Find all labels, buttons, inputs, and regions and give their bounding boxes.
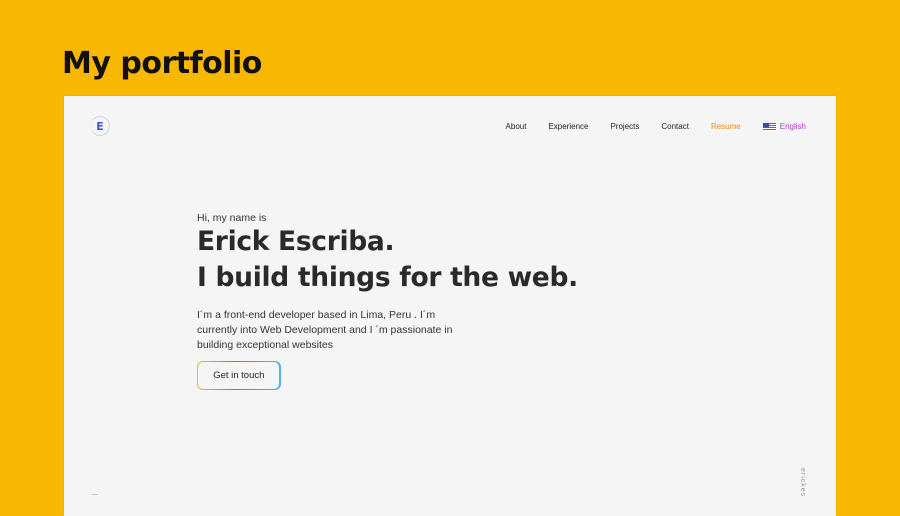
nav-projects[interactable]: Projects: [610, 122, 639, 131]
logo-letter: E: [96, 119, 104, 133]
main-nav: About Experience Projects Contact Resume…: [506, 122, 806, 131]
website-preview: E About Experience Projects Contact Resu…: [64, 96, 836, 516]
social-sidebar-line: [92, 494, 98, 499]
hero-section: Hi, my name is Erick Escriba. I build th…: [197, 212, 578, 391]
get-in-touch-label[interactable]: Get in touch: [198, 362, 280, 390]
us-flag-icon: [762, 122, 776, 131]
email-handle-vertical[interactable]: erickes: [799, 468, 806, 497]
hero-bio: I´m a front-end developer based in Lima,…: [197, 308, 578, 353]
bio-line: currently into Web Development and I ´m …: [197, 324, 453, 336]
nav-about[interactable]: About: [506, 122, 527, 131]
bio-line: I´m a front-end developer based in Lima,…: [197, 309, 436, 321]
page-title: My portfolio: [62, 46, 262, 82]
bio-line: building exceptional websites: [197, 339, 334, 351]
hero-name: Erick Escriba.: [197, 226, 395, 257]
nav-contact[interactable]: Contact: [661, 122, 689, 131]
get-in-touch-button[interactable]: Get in touch: [197, 361, 281, 391]
language-switcher[interactable]: English: [762, 122, 806, 131]
nav-resume[interactable]: Resume: [711, 122, 741, 131]
hero-tagline: I build things for the web.: [197, 262, 578, 293]
nav-experience[interactable]: Experience: [548, 122, 588, 131]
site-logo[interactable]: E: [90, 116, 110, 136]
hero-greeting: Hi, my name is: [197, 212, 267, 224]
language-label: English: [779, 122, 806, 131]
